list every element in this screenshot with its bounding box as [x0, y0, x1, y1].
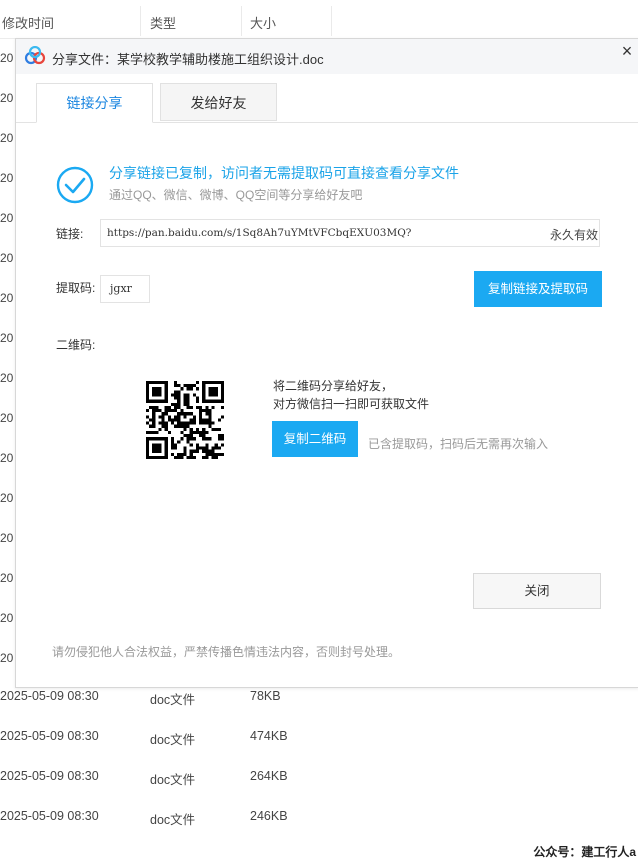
column-modified-time[interactable]: 修改时间	[2, 13, 54, 32]
baidu-netdisk-logo-icon	[24, 46, 46, 65]
background-date-fragment: 20	[0, 651, 14, 665]
row-type: doc文件	[150, 693, 196, 707]
background-date-fragment: 20	[0, 51, 14, 65]
row-type: doc文件	[150, 813, 196, 827]
row-type: doc文件	[150, 773, 196, 787]
background-date-fragment: 20	[0, 491, 14, 505]
background-date-fragment: 20	[0, 171, 14, 185]
extract-code-field[interactable]: jgxr	[100, 275, 150, 303]
link-validity[interactable]: 永久有效	[550, 226, 598, 243]
row-size: 78KB	[250, 689, 281, 703]
background-date-fragment: 20	[0, 531, 14, 545]
background-date-fragment: 20	[0, 611, 14, 625]
background-date-fragment: 20	[0, 331, 14, 345]
background-date-fragment: 20	[0, 451, 14, 465]
policy-notice: 请勿侵犯他人合法权益，严禁传播色情违法内容，否则封号处理。	[52, 645, 401, 659]
background-date-fragment: 20	[0, 251, 14, 265]
watermark: 公众号：建工行人a	[533, 845, 636, 859]
share-link-field[interactable]: https://pan.baidu.com/s/1Sq8Ah7uYMtVFCbq…	[100, 219, 600, 247]
copy-link-and-code-button[interactable]: 复制链接及提取码	[474, 271, 602, 307]
row-date: 2025-05-09 08:30	[0, 729, 99, 743]
row-date: 2025-05-09 08:30	[0, 769, 99, 783]
background-date-fragment: 20	[0, 91, 14, 105]
background-date-fragment: 20	[0, 211, 14, 225]
row-size: 246KB	[250, 809, 288, 823]
column-divider	[331, 6, 332, 36]
background-date-fragment: 20	[0, 131, 14, 145]
qr-code-icon	[146, 381, 224, 459]
link-label: 链接:	[56, 227, 84, 241]
background-date-fragment: 20	[0, 571, 14, 585]
row-date: 2025-05-09 08:30	[0, 689, 99, 703]
copy-qr-button[interactable]: 复制二维码	[272, 421, 358, 457]
tab-link-share[interactable]: 链接分享	[36, 83, 153, 123]
row-size: 264KB	[250, 769, 288, 783]
dialog-title: 分享文件：某学校教学辅助楼施工组织设计.doc	[52, 52, 324, 67]
column-type[interactable]: 类型	[150, 13, 176, 32]
file-list-header: 修改时间 类型 大小	[0, 0, 638, 39]
qr-hint: 已含提取码，扫码后无需再次输入	[368, 437, 549, 451]
success-message: 分享链接已复制，访问者无需提取码可直接查看分享文件	[109, 165, 459, 181]
row-size: 474KB	[250, 729, 288, 743]
table-row[interactable]: 2025-05-09 08:30 doc文件 474KB	[0, 717, 638, 757]
background-date-fragment: 20	[0, 411, 14, 425]
check-circle-icon	[56, 166, 94, 204]
share-dialog: 分享文件：某学校教学辅助楼施工组织设计.doc × 发给好友 链接分享 分享链接…	[15, 38, 638, 688]
qr-instruction-line-1: 将二维码分享给好友，	[273, 379, 394, 393]
row-date: 2025-05-09 08:30	[0, 809, 99, 823]
column-divider	[241, 6, 242, 36]
table-row[interactable]: 2025-05-09 08:30 doc文件 246KB	[0, 797, 638, 837]
qr-instruction-line-2: 对方微信扫一扫即可获取文件	[273, 397, 430, 411]
background-date-fragment: 20	[0, 371, 14, 385]
table-row[interactable]: 2025-05-09 08:30 doc文件 264KB	[0, 757, 638, 797]
close-button[interactable]: 关闭	[473, 573, 601, 609]
row-type: doc文件	[150, 733, 196, 747]
code-label: 提取码:	[56, 281, 96, 295]
column-size[interactable]: 大小	[250, 13, 276, 32]
background-date-fragment: 20	[0, 291, 14, 305]
qr-label: 二维码:	[56, 338, 96, 352]
share-tabs: 发给好友 链接分享	[16, 74, 638, 123]
close-icon[interactable]: ×	[616, 41, 638, 62]
tab-send-to-friend[interactable]: 发给好友	[160, 83, 277, 121]
dialog-titlebar: 分享文件：某学校教学辅助楼施工组织设计.doc ×	[16, 39, 638, 74]
column-divider	[140, 6, 141, 36]
success-subtitle: 通过QQ、微信、微博、QQ空间等分享给好友吧	[109, 188, 363, 202]
